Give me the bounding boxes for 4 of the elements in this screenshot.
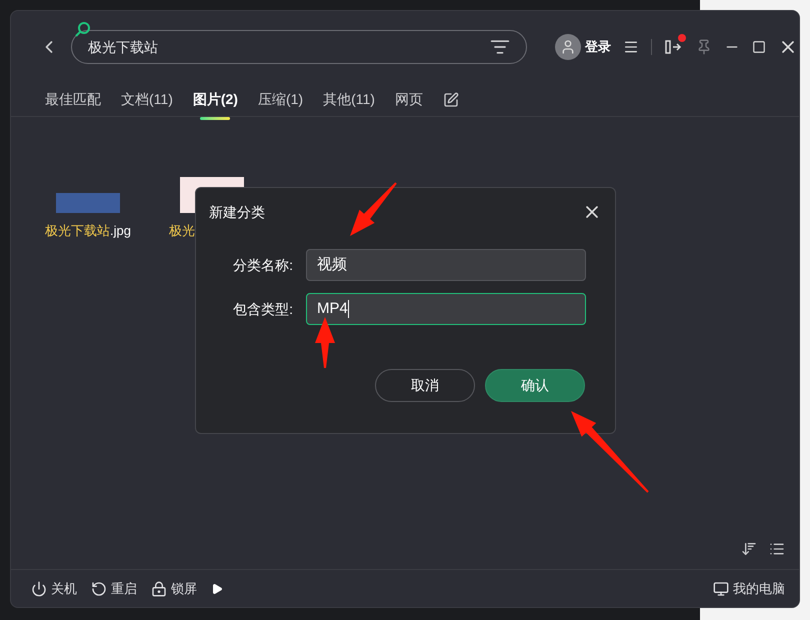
dialog-title: 新建分类: [209, 202, 265, 222]
search-text: 极光下载站: [88, 38, 158, 56]
field-label: 分类名称:: [232, 256, 293, 274]
field-label: 包含类型:: [232, 300, 293, 318]
